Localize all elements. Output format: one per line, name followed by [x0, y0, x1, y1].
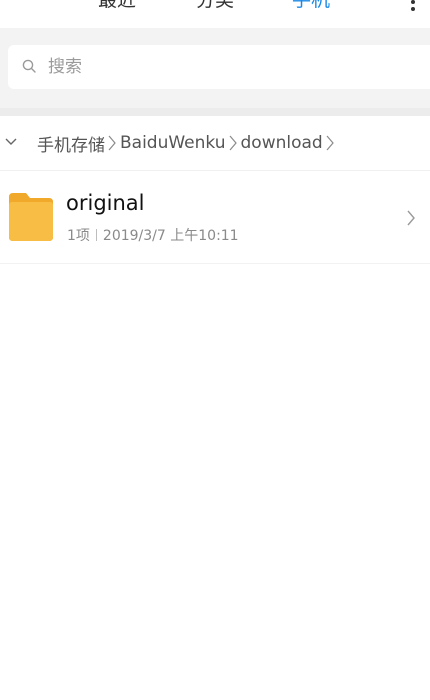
- chevron-down-icon[interactable]: [5, 137, 17, 147]
- section-divider: [0, 108, 430, 116]
- breadcrumb-path: 手机存储 BaiduWenku download: [37, 116, 338, 170]
- file-meta: 1项 2019/3/7 上午10:11: [67, 226, 239, 246]
- tab-recent[interactable]: 最近: [98, 0, 136, 13]
- meta-divider: [95, 229, 97, 241]
- breadcrumb-item-phone-storage[interactable]: 手机存储: [37, 131, 105, 156]
- chevron-right-icon[interactable]: [406, 209, 416, 227]
- search-placeholder: 搜索: [48, 57, 82, 77]
- search-icon: [22, 59, 36, 73]
- tab-category[interactable]: 分类: [196, 0, 234, 13]
- modified-date: 2019/3/7 上午10:11: [102, 228, 239, 244]
- chevron-right-icon: [108, 135, 116, 151]
- breadcrumb: 手机存储 BaiduWenku download: [0, 116, 430, 171]
- file-name: original: [66, 191, 145, 215]
- folder-icon: [9, 193, 53, 241]
- chevron-right-icon: [326, 135, 334, 151]
- top-tab-bar: 最近 分类 手机: [0, 0, 430, 28]
- list-item[interactable]: original 1项 2019/3/7 上午10:11: [0, 171, 430, 264]
- search-area: 搜索: [0, 28, 430, 108]
- chevron-right-icon: [229, 135, 237, 151]
- tab-phone[interactable]: 手机: [292, 0, 330, 13]
- item-count: 1项: [67, 228, 90, 244]
- file-manager-screen: 最近 分类 手机 搜索 手机存储 BaiduWenku download ori…: [0, 0, 430, 700]
- breadcrumb-item-download[interactable]: download: [241, 133, 323, 153]
- breadcrumb-item-baiduwenku[interactable]: BaiduWenku: [120, 133, 226, 153]
- search-input[interactable]: 搜索: [8, 45, 430, 89]
- more-options-icon[interactable]: [410, 0, 416, 12]
